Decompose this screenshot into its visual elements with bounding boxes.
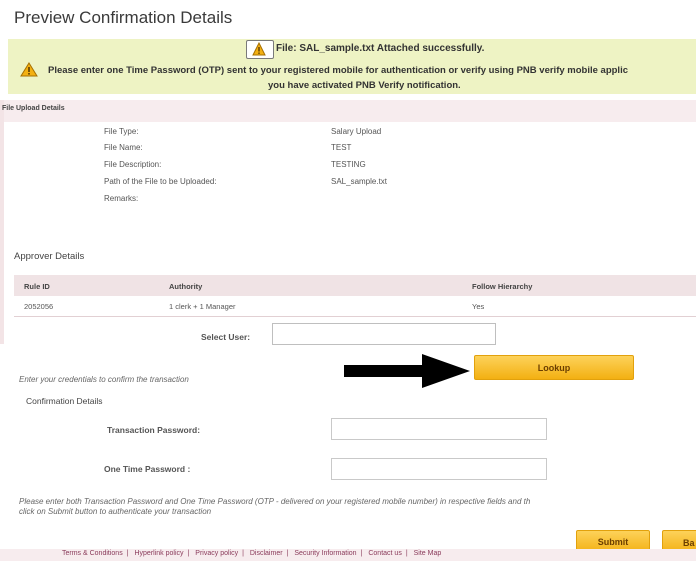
attach-success-message: File: SAL_sample.txt Attached successful… bbox=[276, 43, 485, 54]
transaction-password-input[interactable] bbox=[331, 418, 547, 440]
file-description-label: File Description: bbox=[104, 160, 162, 169]
select-user-label: Select User: bbox=[201, 332, 251, 342]
footer-link-contact[interactable]: Contact us bbox=[368, 550, 401, 557]
column-header-follow-hierarchy: Follow Hierarchy bbox=[472, 282, 533, 291]
warning-icon bbox=[20, 62, 38, 82]
credentials-hint: Enter your credentials to confirm the tr… bbox=[19, 375, 189, 384]
footer-separator: | bbox=[187, 550, 190, 557]
page-title: Preview Confirmation Details bbox=[14, 8, 233, 27]
footer-link-security[interactable]: Security Information bbox=[294, 550, 356, 557]
column-header-authority: Authority bbox=[169, 282, 203, 291]
footer-separator: | bbox=[360, 550, 363, 557]
footer-separator: | bbox=[242, 550, 244, 557]
otp-message-line1: Please enter one Time Password (OTP) sen… bbox=[48, 65, 628, 76]
otp-label: One Time Password : bbox=[104, 464, 191, 474]
file-path-value: SAL_sample.txt bbox=[331, 177, 388, 186]
file-type-value: Salary Upload bbox=[331, 127, 382, 136]
transaction-password-label: Transaction Password: bbox=[107, 425, 201, 435]
footer-separator: | bbox=[126, 550, 129, 557]
table-cell-rule-id: 2052056 bbox=[24, 302, 54, 311]
table-cell-follow-hierarchy: Yes bbox=[472, 302, 485, 311]
file-type-label: File Type: bbox=[104, 127, 139, 136]
file-upload-section-label: File Upload Details bbox=[2, 105, 65, 112]
file-name-label: File Name: bbox=[104, 143, 143, 152]
footer-separator: | bbox=[286, 550, 289, 557]
left-border bbox=[0, 100, 4, 344]
file-upload-header bbox=[0, 100, 696, 122]
file-name-value: TEST bbox=[331, 143, 352, 152]
table-row-divider bbox=[14, 316, 696, 317]
confirmation-details-title: Confirmation Details bbox=[26, 396, 103, 406]
approver-details-title: Approver Details bbox=[14, 251, 85, 262]
footer-link-privacy[interactable]: Privacy policy bbox=[195, 550, 238, 557]
instructions-line2: click on Submit button to authenticate y… bbox=[19, 507, 212, 516]
arrow-pointer-icon bbox=[344, 354, 472, 393]
otp-message-line2: you have activated PNB Verify notificati… bbox=[268, 80, 461, 91]
remarks-label: Remarks: bbox=[104, 194, 139, 203]
footer-link-hyperlink-policy[interactable]: Hyperlink policy bbox=[134, 550, 183, 557]
footer-links: Terms & Conditions | Hyperlink policy | Pr… bbox=[62, 550, 441, 557]
table-cell-authority: 1 clerk + 1 Manager bbox=[169, 302, 236, 311]
otp-input[interactable] bbox=[331, 458, 547, 480]
file-description-value: TESTING bbox=[331, 160, 366, 169]
lookup-button[interactable]: Lookup bbox=[474, 355, 634, 380]
footer-link-disclaimer[interactable]: Disclaimer bbox=[250, 550, 283, 557]
footer-link-sitemap[interactable]: Site Map bbox=[414, 550, 442, 557]
instructions-note: Please enter both Transaction Password a… bbox=[19, 497, 696, 517]
column-header-rule-id: Rule ID bbox=[24, 282, 50, 291]
select-user-input[interactable] bbox=[272, 323, 496, 345]
attachment-icon bbox=[246, 40, 274, 59]
footer-link-terms[interactable]: Terms & Conditions bbox=[62, 550, 123, 557]
approver-table-header bbox=[14, 275, 696, 296]
instructions-line1: Please enter both Transaction Password a… bbox=[19, 497, 531, 506]
footer-separator: | bbox=[405, 550, 408, 557]
file-path-label: Path of the File to be Uploaded: bbox=[104, 177, 217, 186]
